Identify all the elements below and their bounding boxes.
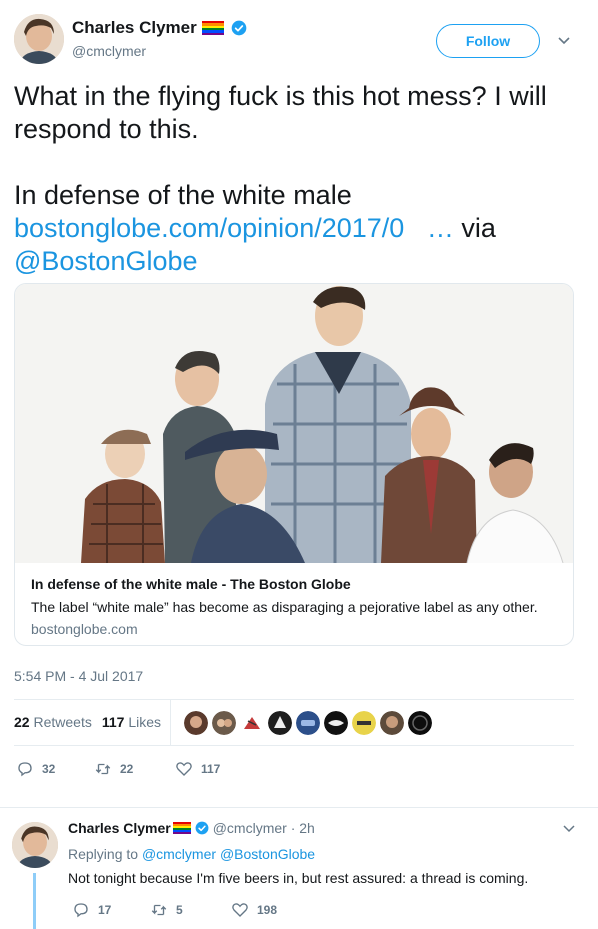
tweet-text: What in the flying fuck is this hot mess… bbox=[14, 80, 584, 278]
retweet-icon bbox=[95, 763, 111, 775]
card-description: The label “white male” has become as dis… bbox=[31, 599, 538, 615]
author-name[interactable]: Charles Clymer bbox=[72, 18, 197, 38]
link-card[interactable]: In defense of the white male - The Bosto… bbox=[14, 283, 574, 646]
card-image bbox=[15, 284, 573, 563]
like-count: 198 bbox=[257, 903, 278, 917]
reply-count: 17 bbox=[98, 903, 112, 917]
verified-badge-icon bbox=[195, 821, 209, 835]
retweet-icon bbox=[151, 904, 167, 916]
retweets-label: Retweets bbox=[33, 714, 92, 730]
author-name-row[interactable]: Charles Clymer bbox=[72, 18, 247, 38]
rainbow-flag-icon bbox=[201, 21, 224, 35]
liker-avatar[interactable] bbox=[268, 711, 292, 735]
chevron-down-icon[interactable] bbox=[562, 823, 576, 835]
reply-action[interactable]: 32 bbox=[16, 760, 55, 778]
tweet-link-line: bostonglobe.com/opinion/2017/0 … via bbox=[14, 212, 584, 245]
follow-button[interactable]: Follow bbox=[436, 24, 540, 58]
author-avatar[interactable] bbox=[14, 14, 64, 64]
liker-avatar[interactable] bbox=[352, 711, 376, 735]
retweet-count: 5 bbox=[176, 903, 183, 917]
retweet-action[interactable]: 5 bbox=[150, 901, 183, 919]
reply-action[interactable]: 17 bbox=[72, 901, 111, 919]
reply-icon bbox=[18, 762, 32, 777]
heart-icon bbox=[176, 762, 192, 776]
like-action[interactable]: 117 bbox=[175, 760, 220, 778]
likes-count: 117 bbox=[101, 714, 125, 730]
card-domain: bostonglobe.com bbox=[31, 621, 138, 637]
reply-author-avatar[interactable] bbox=[12, 822, 58, 868]
replying-to-prefix: Replying to bbox=[68, 846, 139, 862]
card-title[interactable]: In defense of the white male - The Bosto… bbox=[31, 576, 351, 592]
verified-badge-icon bbox=[231, 20, 247, 36]
liker-avatars bbox=[184, 711, 432, 735]
divider bbox=[14, 745, 574, 746]
reply-meta[interactable]: @cmclymer · 2h bbox=[213, 820, 315, 836]
tweet-text-line2: In defense of the white male bbox=[14, 180, 352, 210]
tweet-stats: 22 Retweets 117 Likes bbox=[14, 714, 161, 730]
liker-avatar[interactable] bbox=[184, 711, 208, 735]
tweet-timestamp[interactable]: 5:54 PM - 4 Jul 2017 bbox=[14, 668, 143, 684]
via-text: via bbox=[453, 213, 496, 243]
likes-stat[interactable]: 117 Likes bbox=[102, 714, 161, 730]
retweet-count: 22 bbox=[120, 762, 134, 776]
reply-author-name[interactable]: Charles Clymer bbox=[68, 820, 171, 836]
stat-separator bbox=[170, 700, 171, 745]
liker-avatar[interactable] bbox=[408, 711, 432, 735]
retweet-action[interactable]: 22 bbox=[94, 760, 133, 778]
divider bbox=[14, 699, 574, 700]
reply-header: Charles Clymer @cmclymer · 2h bbox=[68, 820, 315, 836]
like-count: 117 bbox=[201, 762, 221, 776]
section-divider bbox=[0, 807, 598, 808]
like-action[interactable]: 198 bbox=[231, 901, 277, 919]
chevron-down-icon[interactable] bbox=[556, 34, 572, 48]
replying-to: Replying to @cmclymer @BostonGlobe bbox=[68, 846, 315, 862]
reply-text: Not tonight because I'm five beers in, b… bbox=[68, 870, 529, 886]
liker-avatar[interactable] bbox=[380, 711, 404, 735]
liker-avatar[interactable] bbox=[240, 711, 264, 735]
replying-to-mention[interactable]: @cmclymer bbox=[142, 846, 216, 862]
thread-line bbox=[33, 873, 36, 929]
heart-icon bbox=[232, 903, 248, 917]
link-ellipsis[interactable]: … bbox=[427, 213, 454, 243]
reply-icon bbox=[74, 903, 88, 918]
tweet-text-line1: What in the flying fuck is this hot mess… bbox=[14, 81, 547, 144]
retweets-count: 22 bbox=[14, 714, 30, 730]
likes-label: Likes bbox=[128, 714, 161, 730]
mention-link[interactable]: @BostonGlobe bbox=[14, 246, 198, 276]
replying-to-mention[interactable]: @BostonGlobe bbox=[220, 846, 315, 862]
reply-count: 32 bbox=[42, 762, 56, 776]
rainbow-flag-icon bbox=[172, 822, 191, 834]
liker-avatar[interactable] bbox=[324, 711, 348, 735]
liker-avatar[interactable] bbox=[212, 711, 236, 735]
article-link[interactable]: bostonglobe.com/opinion/2017/0 bbox=[14, 213, 404, 243]
author-handle[interactable]: @cmclymer bbox=[72, 43, 146, 59]
liker-avatar[interactable] bbox=[296, 711, 320, 735]
retweets-stat[interactable]: 22 Retweets bbox=[14, 714, 92, 730]
